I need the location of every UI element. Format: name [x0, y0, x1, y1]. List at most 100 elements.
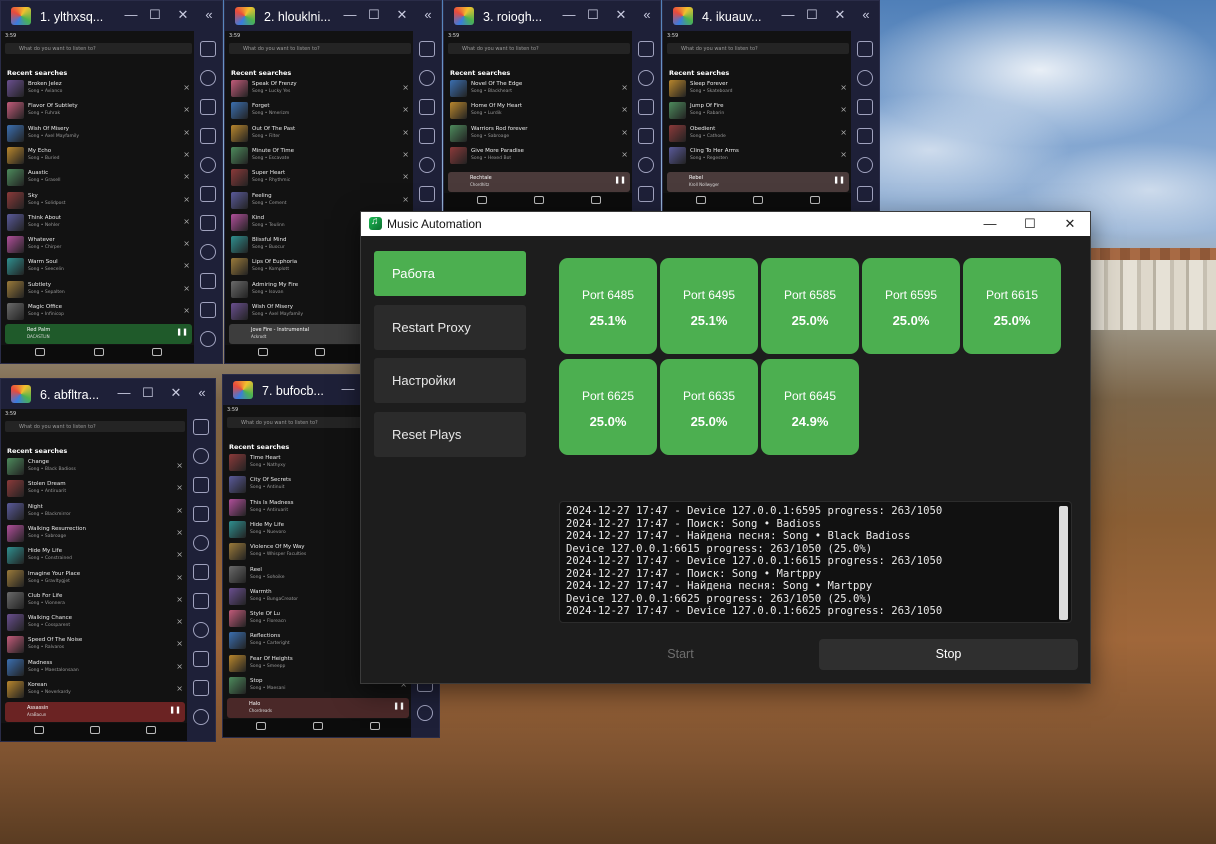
remove-icon[interactable]: ×: [402, 195, 409, 204]
remove-icon[interactable]: ×: [176, 617, 183, 626]
recent-search-item[interactable]: Club For Life Song • Vionnera ×: [7, 591, 183, 611]
remove-icon[interactable]: ×: [176, 684, 183, 693]
search-icon[interactable]: [93, 348, 104, 356]
home-icon[interactable]: [477, 196, 487, 204]
minimize-icon[interactable]: —: [781, 8, 795, 22]
recent-search-item[interactable]: Night Song • Blackmirror ×: [7, 502, 183, 522]
remove-icon[interactable]: ×: [176, 573, 183, 582]
recent-search-item[interactable]: Give More Paradise Song • Hexed Bot ×: [450, 146, 628, 166]
home-icon[interactable]: [33, 726, 44, 734]
close-icon[interactable]: ✕: [614, 8, 628, 22]
recent-search-item[interactable]: Flavor Of Subtlety Song • Fuhrak ×: [7, 101, 190, 121]
keyboard-icon[interactable]: [193, 506, 209, 522]
search-icon[interactable]: [753, 196, 763, 204]
recent-search-item[interactable]: Warm Soul Song • Seecelin ×: [7, 257, 190, 277]
recent-search-item[interactable]: Stolen Dream Song • Antiruarit ×: [7, 479, 183, 499]
fullscreen-icon[interactable]: [419, 41, 435, 57]
rotate-icon[interactable]: [419, 186, 435, 202]
remove-icon[interactable]: ×: [183, 83, 190, 92]
remove-icon[interactable]: ×: [183, 195, 190, 204]
library-icon[interactable]: [152, 348, 162, 356]
remove-icon[interactable]: ×: [183, 261, 190, 270]
close-button[interactable]: ✕: [1050, 214, 1090, 234]
remove-icon[interactable]: ×: [402, 83, 409, 92]
pause-icon[interactable]: ❚❚: [393, 702, 405, 710]
library-icon[interactable]: [146, 726, 157, 734]
remove-icon[interactable]: ×: [176, 639, 183, 648]
now-playing-bar[interactable]: Rechtale Chordhitz ❚❚: [448, 172, 630, 192]
play-icon[interactable]: [200, 157, 216, 173]
remove-icon[interactable]: ×: [183, 128, 190, 137]
menu-rabota-button[interactable]: Работа: [374, 251, 526, 296]
recent-search-item[interactable]: Hide My Life Song • Constrained ×: [7, 546, 183, 566]
search-icon[interactable]: [315, 348, 325, 356]
screen-record-icon[interactable]: [193, 477, 209, 493]
now-playing-bar[interactable]: Assassin AraBacun ❚❚: [5, 702, 185, 722]
emulator-titlebar[interactable]: 1. ylthxsq... — ☐ ✕ «: [1, 1, 222, 31]
recent-search-item[interactable]: Jump Of Fire Song • Rabarin ×: [669, 101, 847, 121]
remove-icon[interactable]: ×: [183, 284, 190, 293]
collapse-sidebar-icon[interactable]: «: [195, 386, 209, 400]
recent-search-item[interactable]: Walking Chance Song • Cossparent ×: [7, 613, 183, 633]
screen-record-icon[interactable]: [857, 99, 873, 115]
home-icon[interactable]: [193, 680, 209, 696]
search-input[interactable]: What do you want to listen to?: [5, 43, 192, 54]
remove-icon[interactable]: ×: [402, 150, 409, 159]
collapse-sidebar-icon[interactable]: «: [421, 8, 435, 22]
rotate-icon[interactable]: [193, 564, 209, 580]
close-icon[interactable]: ✕: [395, 8, 409, 22]
menu-reset-plays-button[interactable]: Reset Plays: [374, 412, 526, 457]
volume-icon[interactable]: [200, 70, 216, 86]
search-input[interactable]: What do you want to listen to?: [667, 43, 849, 54]
screen-record-icon[interactable]: [200, 99, 216, 115]
search-icon[interactable]: [90, 726, 100, 734]
recent-search-item[interactable]: Forget Song • Nmerizm ×: [231, 101, 409, 121]
volume-icon[interactable]: [193, 448, 209, 464]
recent-apps-icon[interactable]: [200, 331, 216, 347]
log-scrollbar[interactable]: [1059, 506, 1068, 620]
remove-icon[interactable]: ×: [183, 217, 190, 226]
home-icon[interactable]: [258, 348, 268, 356]
remove-icon[interactable]: ×: [402, 128, 409, 137]
recent-apps-icon[interactable]: [193, 709, 209, 725]
pause-icon[interactable]: ❚❚: [833, 176, 845, 184]
minimize-icon[interactable]: —: [341, 382, 355, 396]
recent-search-item[interactable]: Magic Office Song • Infinicop ×: [7, 302, 190, 322]
stop-button[interactable]: Stop: [819, 639, 1078, 670]
menu-restart-proxy-button[interactable]: Restart Proxy: [374, 305, 526, 350]
emulator-titlebar[interactable]: 3. roiogh... — ☐ ✕ «: [444, 1, 660, 31]
recent-search-item[interactable]: Subtlety Song • Sepalten ×: [7, 280, 190, 300]
now-playing-bar[interactable]: Rebel Kroll Nollwyger ❚❚: [667, 172, 849, 192]
recent-search-item[interactable]: Whatever Song • Chirper ×: [7, 235, 190, 255]
recent-apps-icon[interactable]: [417, 705, 433, 721]
remove-icon[interactable]: ×: [183, 105, 190, 114]
recent-search-item[interactable]: Warriors Rod forever Song • Sabroage ×: [450, 124, 628, 144]
collapse-sidebar-icon[interactable]: «: [640, 8, 654, 22]
remove-icon[interactable]: ×: [176, 550, 183, 559]
remove-icon[interactable]: ×: [621, 150, 628, 159]
remove-icon[interactable]: ×: [183, 172, 190, 181]
recent-search-item[interactable]: Madness Song • Maestalonsaan ×: [7, 658, 183, 678]
rotate-icon[interactable]: [857, 186, 873, 202]
minimize-icon[interactable]: —: [343, 8, 357, 22]
remove-icon[interactable]: ×: [183, 150, 190, 159]
maximize-icon[interactable]: ☐: [148, 8, 162, 22]
collapse-sidebar-icon[interactable]: «: [859, 8, 873, 22]
recent-search-item[interactable]: Auastic Song • Grasell ×: [7, 168, 190, 188]
play-icon[interactable]: [193, 535, 209, 551]
minimize-icon[interactable]: —: [124, 8, 138, 22]
play-icon[interactable]: [638, 157, 654, 173]
play-icon[interactable]: [857, 157, 873, 173]
emulator-titlebar[interactable]: 2. hlouklni... — ☐ ✕ «: [225, 1, 441, 31]
close-icon[interactable]: ✕: [176, 8, 190, 22]
search-icon[interactable]: [534, 196, 544, 204]
menu-settings-button[interactable]: Настройки: [374, 358, 526, 403]
remove-icon[interactable]: ×: [840, 128, 847, 137]
recent-search-item[interactable]: Obedient Song • Cathode ×: [669, 124, 847, 144]
remove-icon[interactable]: ×: [183, 239, 190, 248]
emulator-titlebar[interactable]: 4. ikuauv... — ☐ ✕ «: [663, 1, 879, 31]
home-icon[interactable]: [696, 196, 706, 204]
app-titlebar[interactable]: Music Automation — ☐ ✕: [361, 212, 1090, 236]
screen-record-icon[interactable]: [638, 99, 654, 115]
remove-icon[interactable]: ×: [840, 150, 847, 159]
